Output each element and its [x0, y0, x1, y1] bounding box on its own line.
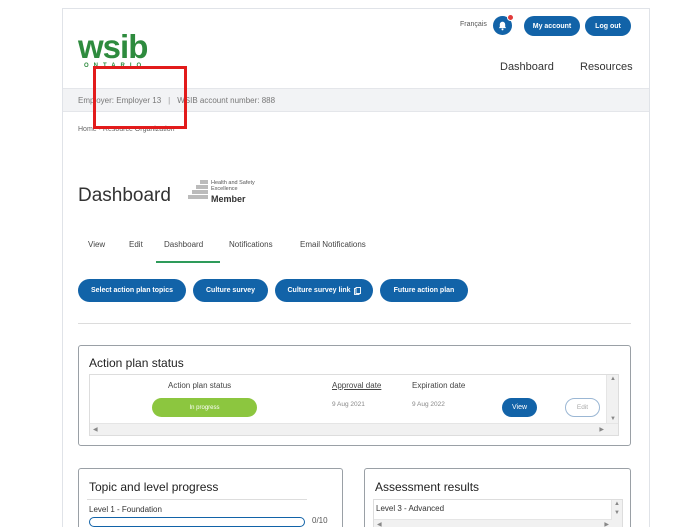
notifications-bell-button[interactable]: [493, 14, 514, 35]
view-button[interactable]: View: [502, 398, 537, 417]
topic-progress-title: Topic and level progress: [89, 480, 219, 494]
status-badge: In progress: [152, 398, 257, 417]
badge-stairs-icon: [186, 180, 208, 204]
assessment-scroll-left-icon: ◀: [377, 522, 382, 527]
select-action-plan-topics-button[interactable]: Select action plan topics: [78, 279, 186, 302]
badge-line-2: Excellence: [211, 186, 238, 192]
assessment-scroll-right-icon: ▶: [604, 522, 609, 527]
topic-level-label: Level 1 - Foundation: [89, 505, 162, 514]
topic-level-progress-panel: Topic and level progress Level 1 - Found…: [78, 468, 343, 527]
copy-icon: [353, 286, 361, 295]
my-account-button[interactable]: My account: [524, 16, 580, 36]
scroll-up-icon: ▲: [610, 376, 616, 382]
future-action-plan-button[interactable]: Future action plan: [380, 279, 468, 302]
topic-progress-body: Level 1 - Foundation: [87, 499, 307, 527]
expiration-date-value: 9 Aug 2022: [412, 401, 445, 408]
active-tab-underline: [156, 261, 220, 263]
action-plan-status-panel: Action plan status Action plan status Ap…: [78, 345, 631, 446]
action-plan-status-title: Action plan status: [89, 356, 184, 370]
nav-resources[interactable]: Resources: [580, 61, 633, 73]
culture-survey-link-label: Culture survey link: [287, 287, 351, 294]
scroll-right-icon: ▶: [599, 427, 604, 433]
badge-member-label: Member: [211, 194, 246, 204]
wsib-logo[interactable]: wsib ONTARIO: [78, 28, 148, 69]
col-header-status: Action plan status: [168, 381, 232, 390]
col-header-approval-date[interactable]: Approval date: [332, 381, 381, 390]
logo-text: wsib: [78, 28, 148, 65]
culture-survey-button[interactable]: Culture survey: [193, 279, 268, 302]
topic-progress-bar: [89, 517, 305, 527]
logout-button[interactable]: Log out: [585, 16, 631, 36]
scroll-left-icon: ◀: [93, 427, 98, 433]
approval-date-value: 9 Aug 2021: [332, 401, 365, 408]
nav-dashboard[interactable]: Dashboard: [500, 61, 554, 73]
horizontal-scrollbar[interactable]: ◀ ▶: [90, 423, 618, 435]
assessment-results-title: Assessment results: [375, 480, 480, 494]
culture-survey-link-button[interactable]: Culture survey link: [275, 279, 373, 302]
topic-progress-count: 0/10: [312, 516, 328, 525]
tab-email-notifications[interactable]: Email Notifications: [300, 240, 366, 249]
edit-button[interactable]: Edit: [565, 398, 600, 417]
assessment-results-panel: Assessment results Level 3 - Advanced ▲ …: [364, 468, 631, 527]
tab-notifications[interactable]: Notifications: [229, 240, 273, 249]
tab-edit[interactable]: Edit: [129, 240, 143, 249]
tab-dashboard[interactable]: Dashboard: [164, 240, 203, 249]
col-header-expiration-date: Expiration date: [412, 381, 466, 390]
assessment-horizontal-scrollbar[interactable]: ◀ ▶: [374, 519, 612, 527]
annotation-highlight-box: [93, 66, 187, 129]
bell-icon: [498, 21, 507, 30]
assessment-results-body: Level 3 - Advanced ▲ ▼ ◀ ▶: [373, 499, 623, 527]
assessment-vertical-scrollbar[interactable]: ▲ ▼: [611, 500, 622, 527]
action-plan-table: Action plan status Approval date Expirat…: [89, 374, 619, 436]
assessment-scroll-down-icon: ▼: [614, 510, 620, 516]
tab-view[interactable]: View: [88, 240, 105, 249]
account-number-label: WSIB account number: 888: [177, 95, 276, 105]
assessment-scroll-up-icon: ▲: [614, 501, 620, 507]
scroll-down-icon: ▼: [610, 416, 616, 422]
badge-text: Health and Safety Excellence: [211, 180, 271, 192]
section-divider: [78, 323, 631, 324]
assessment-level-label: Level 3 - Advanced: [376, 504, 445, 513]
notification-dot: [507, 14, 514, 21]
vertical-scrollbar[interactable]: ▲ ▼: [606, 375, 618, 423]
language-link[interactable]: Français: [460, 21, 487, 28]
page-title: Dashboard: [78, 185, 171, 206]
